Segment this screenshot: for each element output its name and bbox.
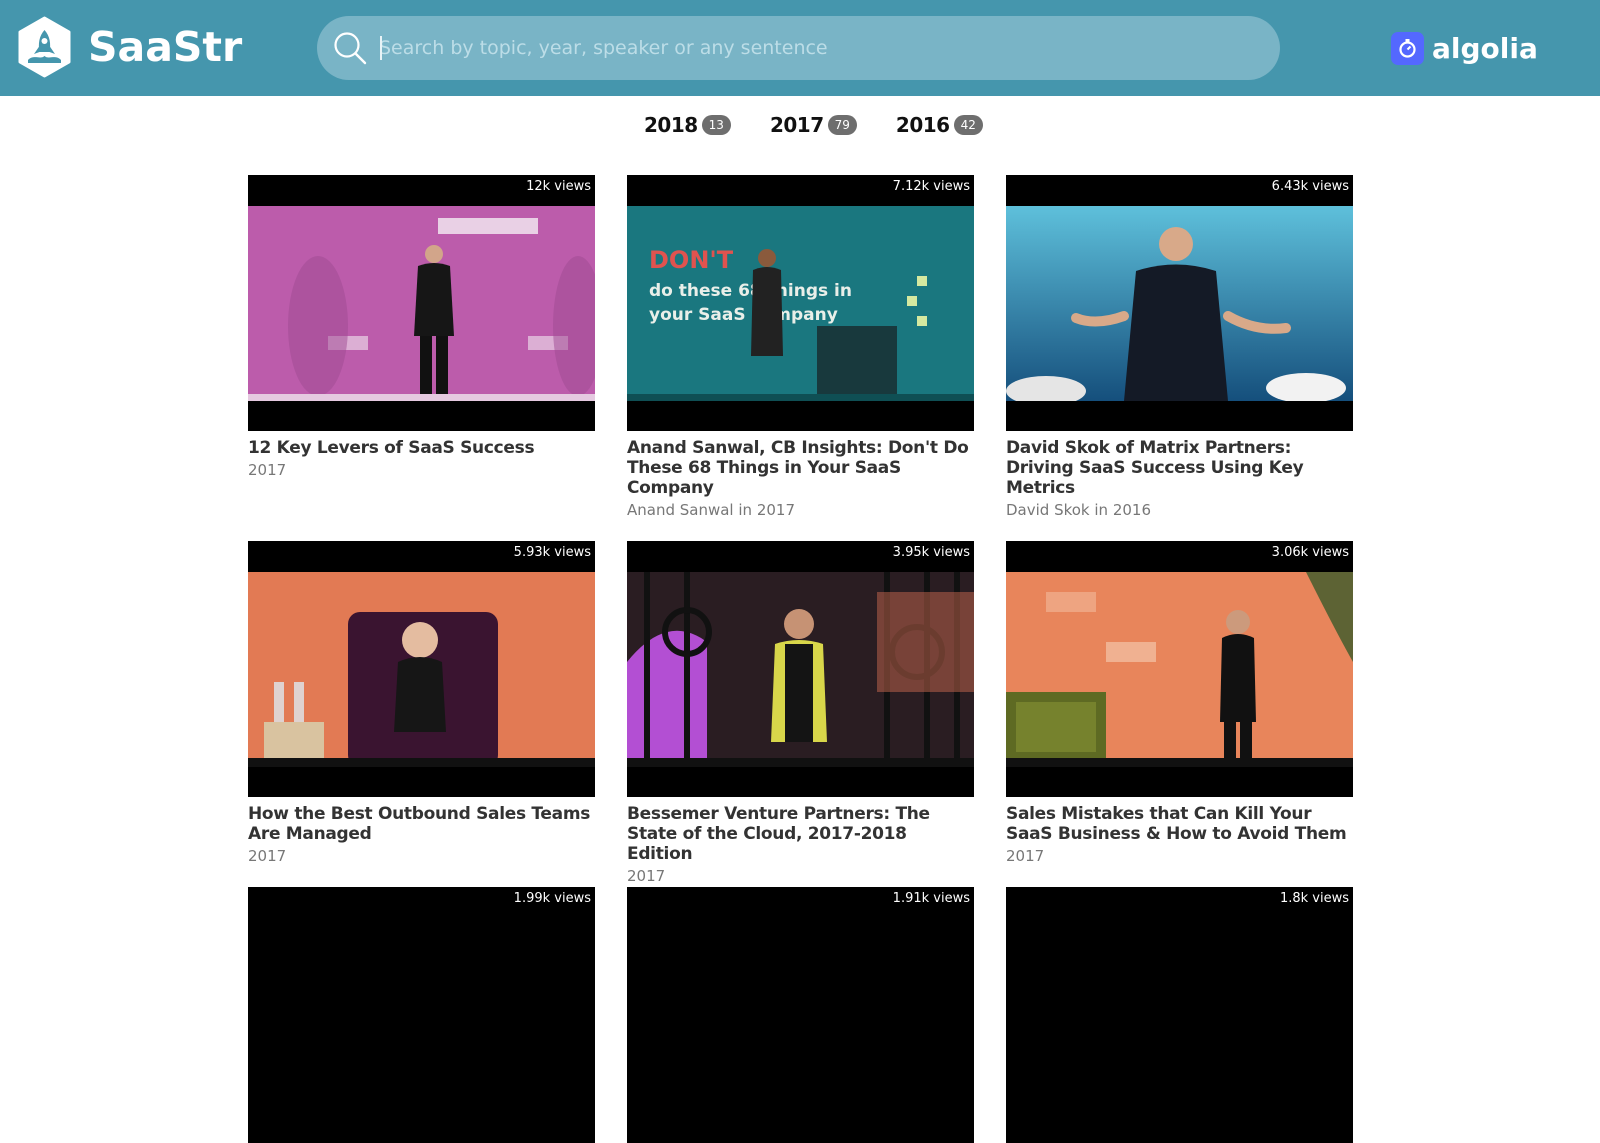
year-facets: 2018 13 2017 79 2016 42 xyxy=(644,113,1022,137)
video-title[interactable]: How the Best Outbound Sales Teams Are Ma… xyxy=(248,804,595,844)
slide-heading: DON'T xyxy=(649,246,734,274)
video-still-image xyxy=(248,572,595,767)
facet-count-badge: 13 xyxy=(701,115,731,135)
video-title[interactable]: Sales Mistakes that Can Kill Your SaaS B… xyxy=(1006,804,1353,844)
view-count: 12k views xyxy=(526,179,591,194)
view-count: 7.12k views xyxy=(892,179,970,194)
video-still-image xyxy=(248,206,595,401)
video-thumbnail[interactable]: 1.99k views xyxy=(248,887,595,1143)
video-thumbnail[interactable]: 6.43k views xyxy=(1006,175,1353,431)
video-thumbnail[interactable]: 3.95k views xyxy=(627,541,974,797)
video-title[interactable]: 12 Key Levers of SaaS Success xyxy=(248,438,595,458)
algolia-badge[interactable]: algolia xyxy=(1391,29,1538,67)
video-thumbnail[interactable]: 1.91k views xyxy=(627,887,974,1143)
facet-year: 2018 xyxy=(644,113,698,137)
facet-year: 2016 xyxy=(895,113,950,137)
video-card[interactable]: 6.43k views David Skok of Matrix Partner… xyxy=(1006,175,1353,519)
video-still-image: DON'T do these 68 things in your SaaS co… xyxy=(627,206,974,401)
facet-2016[interactable]: 2016 42 xyxy=(896,113,983,137)
video-title[interactable]: Anand Sanwal, CB Insights: Don't Do Thes… xyxy=(627,438,974,498)
view-count: 1.8k views xyxy=(1279,891,1349,906)
video-still-image xyxy=(1006,206,1353,401)
search-box[interactable] xyxy=(317,16,1280,80)
video-card[interactable]: 3.06k views Sales Mistakes that Can Kill… xyxy=(1006,541,1353,865)
rocket-logo-icon xyxy=(18,16,71,78)
video-card[interactable]: 1.91k views xyxy=(627,887,974,1143)
video-still-image xyxy=(627,572,974,767)
video-still-image xyxy=(1006,572,1353,767)
search-input[interactable] xyxy=(379,28,1259,68)
facet-count-badge: 42 xyxy=(953,115,983,135)
video-meta: David Skok in 2016 xyxy=(1006,501,1151,519)
video-card[interactable]: 1.8k views xyxy=(1006,887,1353,1143)
stopwatch-icon xyxy=(1391,31,1424,65)
text-caret xyxy=(380,36,382,60)
search-icon[interactable] xyxy=(331,29,369,67)
algolia-wordmark: algolia xyxy=(1432,31,1538,65)
facet-count-badge: 79 xyxy=(827,115,857,135)
view-count: 6.43k views xyxy=(1271,179,1349,194)
saastr-logo[interactable]: SaaStr xyxy=(16,16,242,78)
view-count: 1.99k views xyxy=(513,891,591,906)
video-meta: 2017 xyxy=(248,461,287,479)
view-count: 3.06k views xyxy=(1271,545,1349,560)
video-title[interactable]: David Skok of Matrix Partners: Driving S… xyxy=(1006,438,1353,498)
video-thumbnail[interactable]: 3.06k views xyxy=(1006,541,1353,797)
video-meta: 2017 xyxy=(248,847,287,865)
video-meta: 2017 xyxy=(627,867,666,885)
view-count: 1.91k views xyxy=(892,891,970,906)
view-count: 5.93k views xyxy=(513,545,591,560)
video-card[interactable]: 5.93k views How the Best Outbound Sales … xyxy=(248,541,595,865)
facet-2017[interactable]: 2017 79 xyxy=(770,113,857,137)
video-thumbnail[interactable]: DON'T do these 68 things in your SaaS co… xyxy=(627,175,974,431)
video-title[interactable]: Bessemer Venture Partners: The State of … xyxy=(627,804,974,864)
facet-2018[interactable]: 2018 13 xyxy=(644,113,731,137)
video-card[interactable]: 3.95k views Bessemer Venture Partners: T… xyxy=(627,541,974,885)
video-card[interactable]: 1.99k views xyxy=(248,887,595,1143)
video-thumbnail[interactable]: 12k views xyxy=(248,175,595,431)
video-card[interactable]: DON'T do these 68 things in your SaaS co… xyxy=(627,175,974,519)
video-meta: Anand Sanwal in 2017 xyxy=(627,501,795,519)
view-count: 3.95k views xyxy=(892,545,970,560)
top-bar: SaaStr algolia xyxy=(0,0,1600,96)
video-thumbnail[interactable]: 1.8k views xyxy=(1006,887,1353,1143)
facet-year: 2017 xyxy=(769,113,824,137)
video-meta: 2017 xyxy=(1006,847,1045,865)
video-card[interactable]: 12k views 12 Key Levers of SaaS Success … xyxy=(248,175,595,479)
video-thumbnail[interactable]: 5.93k views xyxy=(248,541,595,797)
logo-text: SaaStr xyxy=(88,23,243,71)
